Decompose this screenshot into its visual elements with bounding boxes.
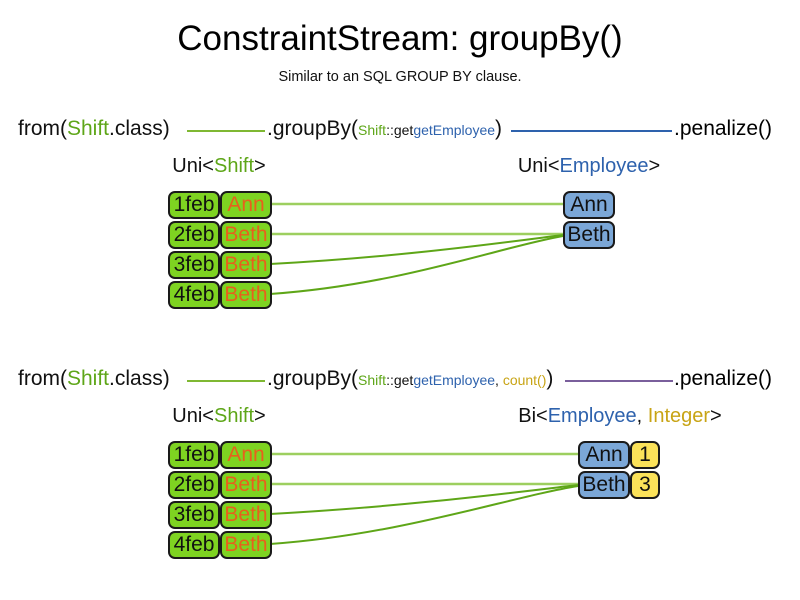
groupby-arg-method: getgetEmployee bbox=[393, 372, 496, 388]
link-4feb-to-beth bbox=[269, 485, 579, 545]
table-cell-name: Beth bbox=[220, 281, 272, 309]
section-1-connector-groupby-to-penalize bbox=[511, 130, 672, 132]
section-1-result-caption: Uni<Employee> bbox=[489, 154, 689, 178]
groupby-arg-sep: :: bbox=[386, 122, 394, 138]
link-4feb-to-beth bbox=[269, 235, 564, 295]
table-cell-name: Ann bbox=[220, 441, 272, 469]
table-cell-date: 1feb bbox=[168, 441, 220, 469]
result-caption-comma: , bbox=[636, 405, 648, 427]
section-2-connector-from-to-groupby bbox=[187, 380, 265, 382]
groupby-arg-type: Shift bbox=[358, 122, 387, 138]
section-1-penalize-call: .penalize() bbox=[674, 117, 773, 140]
diagram-canvas: ConstraintStream: groupBy() Similar to a… bbox=[0, 0, 800, 600]
result-caption-generic: Uni< bbox=[517, 155, 560, 177]
result-caption-generic: Bi< bbox=[518, 405, 548, 427]
source-caption-type: Shift bbox=[213, 155, 255, 177]
section-2-from-call: from(Shift.class) bbox=[18, 366, 170, 392]
groupby-suffix: ) bbox=[495, 117, 503, 140]
table-cell-name: Beth bbox=[220, 471, 272, 499]
section-2-connector-groupby-to-penalize bbox=[565, 380, 673, 382]
from-type-shift: Shift bbox=[67, 117, 110, 140]
section-1-link-lines bbox=[269, 202, 564, 295]
groupby-arg-collector: count() bbox=[502, 372, 547, 388]
groupby-arg-comma: , bbox=[495, 372, 503, 388]
table-cell-date: 2feb bbox=[168, 471, 220, 499]
groupby-prefix: .groupBy( bbox=[267, 367, 359, 390]
result-caption-type: Employee bbox=[547, 405, 637, 427]
result-caption-type2: Integer bbox=[647, 405, 711, 427]
result-cell-count: 3 bbox=[630, 471, 660, 499]
result-cell-name: Ann bbox=[563, 191, 615, 219]
from-suffix: .class) bbox=[109, 117, 170, 140]
groupby-arg-type: Shift bbox=[358, 372, 387, 388]
result-cell-name: Beth bbox=[578, 471, 630, 499]
result-caption-close: > bbox=[648, 155, 661, 177]
result-cell-count: 1 bbox=[630, 441, 660, 469]
source-caption-close: > bbox=[254, 155, 266, 177]
page-subtitle: Similar to an SQL GROUP BY clause. bbox=[278, 69, 522, 85]
table-cell-name: Ann bbox=[220, 191, 272, 219]
section-2-link-lines bbox=[269, 452, 579, 545]
section-1-groupby-call: .groupBy(Shift::getgetEmployee) bbox=[267, 116, 502, 142]
table-cell-date: 4feb bbox=[168, 531, 220, 559]
result-caption-type: Employee bbox=[559, 155, 649, 177]
source-caption-close: > bbox=[254, 405, 266, 427]
result-caption-close: > bbox=[710, 405, 722, 427]
source-caption-generic: Uni< bbox=[172, 155, 214, 177]
from-prefix: from( bbox=[18, 117, 67, 140]
source-caption-generic: Uni< bbox=[172, 405, 214, 427]
source-caption-type: Shift bbox=[213, 405, 255, 427]
section-2-source-caption: Uni<Shift> bbox=[119, 404, 319, 428]
table-cell-date: 3feb bbox=[168, 501, 220, 529]
from-prefix: from( bbox=[18, 367, 67, 390]
section-2-groupby-call: .groupBy(Shift::getgetEmployee, count()) bbox=[267, 366, 553, 392]
page-title: ConstraintStream: groupBy() bbox=[177, 19, 623, 58]
table-cell-date: 4feb bbox=[168, 281, 220, 309]
section-1-source-caption: Uni<Shift> bbox=[119, 154, 319, 178]
section-2-result-caption: Bi<Employee, Integer> bbox=[510, 404, 730, 428]
from-type-shift: Shift bbox=[67, 367, 110, 390]
table-cell-name: Beth bbox=[220, 531, 272, 559]
groupby-arg-sep: :: bbox=[386, 372, 394, 388]
table-cell-name: Beth bbox=[220, 221, 272, 249]
table-cell-date: 1feb bbox=[168, 191, 220, 219]
section-1-connector-from-to-groupby bbox=[187, 130, 265, 132]
groupby-prefix: .groupBy( bbox=[267, 117, 359, 140]
groupby-arg-method: getgetEmployee bbox=[393, 122, 496, 138]
result-cell-name: Ann bbox=[578, 441, 630, 469]
section-2-penalize-call: .penalize() bbox=[674, 367, 773, 390]
groupby-suffix: ) bbox=[546, 367, 554, 390]
table-cell-name: Beth bbox=[220, 251, 272, 279]
table-cell-date: 2feb bbox=[168, 221, 220, 249]
link-3feb-to-beth bbox=[269, 234, 564, 265]
link-3feb-to-beth bbox=[269, 484, 579, 515]
result-cell-name: Beth bbox=[563, 221, 615, 249]
from-suffix: .class) bbox=[109, 367, 170, 390]
section-1-from-call: from(Shift.class) bbox=[18, 116, 170, 142]
table-cell-date: 3feb bbox=[168, 251, 220, 279]
table-cell-name: Beth bbox=[220, 501, 272, 529]
